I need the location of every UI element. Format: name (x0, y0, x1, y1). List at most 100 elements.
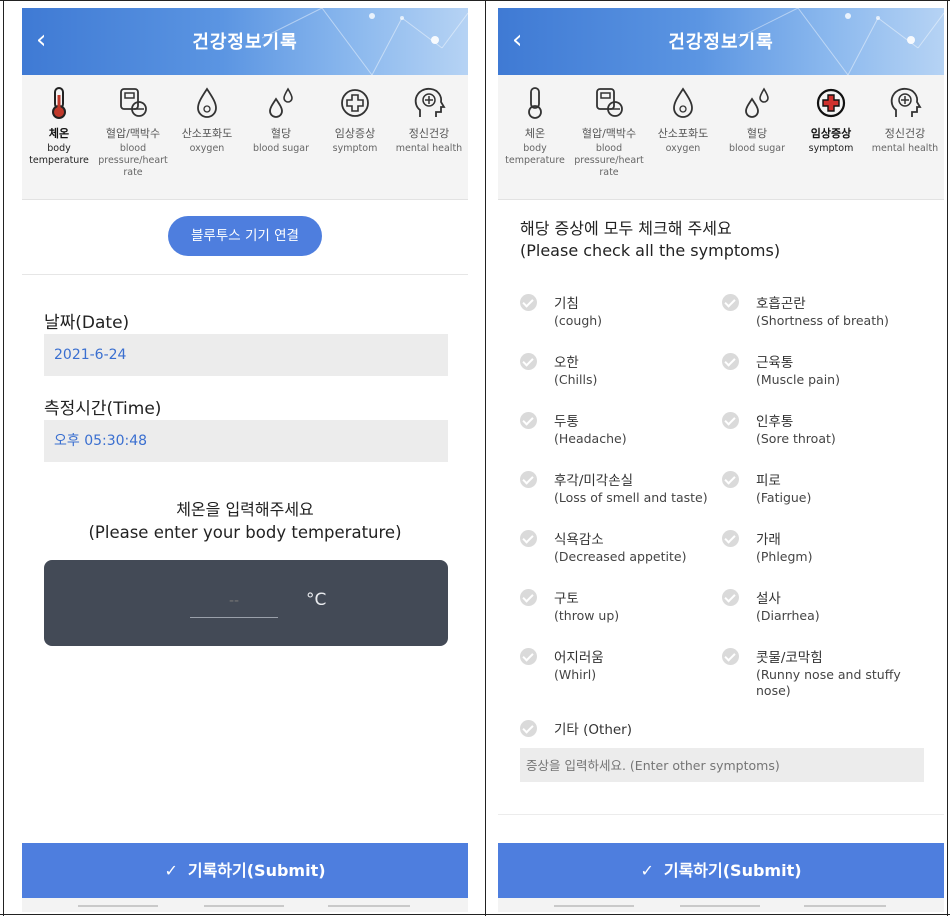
symptom-label-ko: 구토 (554, 591, 579, 607)
tab-label-en: oxygen (189, 143, 225, 154)
comparison-canvas: ‹ 건강정보기록 체온 body temperature 혈압/맥박수 bloo… (0, 0, 950, 916)
blood-pressure-icon (596, 88, 623, 117)
head-plus-icon (890, 87, 922, 117)
tab-mental-health[interactable]: 정신건강 mental health (868, 85, 942, 155)
tab-label-ko: 체온 (524, 127, 546, 140)
symptom-label-en: (throw up) (554, 608, 620, 623)
tab-symptom[interactable]: 임상증상 symptom (318, 85, 392, 155)
frame-border-bottom (0, 914, 950, 915)
nav-home-handle[interactable] (680, 905, 760, 907)
symptom-label-en: (Headache) (554, 431, 627, 446)
temperature-screen: ‹ 건강정보기록 체온 body temperature 혈압/맥박수 bloo… (22, 8, 468, 912)
frame-border-left (3, 0, 4, 916)
symptom-label-ko: 콧물/코막힘 (756, 650, 823, 666)
submit-label: 기록하기(Submit) (187, 861, 326, 880)
page-title: 건강정보기록 (192, 32, 298, 53)
tab-oxygen[interactable]: 산소포화도 oxygen (170, 85, 244, 155)
symptom-label-en: (Diarrhea) (756, 608, 820, 623)
frame-border-top (0, 0, 950, 1)
checkmark-icon: ✓ (640, 861, 654, 880)
tab-label-ko: 산소포화도 (181, 127, 233, 140)
oxygen-drop-icon (197, 87, 217, 118)
symptom-label-en: (Runny nose and stuffy nose) (756, 667, 901, 698)
symptom-screen: ‹ 건강정보기록 체온 body temperature 혈압/맥박수 bloo… (498, 8, 944, 912)
symptom-instructions: 해당 증상에 모두 체크해 주세요 (Please check all the … (520, 218, 780, 262)
other-symptoms-input[interactable] (520, 748, 924, 782)
tab-temperature[interactable]: 체온 body temperature (498, 85, 572, 167)
app-header: ‹ 건강정보기록 (22, 8, 468, 75)
app-header: ‹ 건강정보기록 (498, 8, 944, 75)
thermometer-icon (52, 87, 66, 119)
symptom-label-en: (Shortness of breath) (756, 313, 889, 328)
date-label: 날짜(Date) (44, 313, 130, 333)
time-label: 측정시간(Time) (44, 399, 162, 419)
checkbox-circle-icon (722, 294, 739, 311)
tab-label-en: blood pressure/heart rate (574, 143, 644, 178)
checkbox-circle-icon (520, 720, 537, 737)
medical-cross-icon (341, 89, 369, 117)
panel-divider (485, 0, 486, 916)
tab-label-ko: 정신건강 (884, 127, 926, 140)
symptom-label-ko: 오한 (554, 355, 579, 371)
section-divider (498, 814, 944, 815)
temperature-input-panel: °C (44, 560, 448, 646)
symptom-label-en: (cough) (554, 313, 603, 328)
nav-back-handle[interactable] (804, 905, 886, 907)
nav-home-handle[interactable] (204, 905, 284, 907)
tab-label-en: body temperature (505, 143, 565, 166)
checkbox-circle-icon (520, 353, 537, 370)
symptom-label-en: (Fatigue) (756, 490, 812, 505)
bluetooth-section: 블루투스 기기 연결 (22, 200, 468, 275)
tab-label-ko: 혈압/맥박수 (105, 127, 161, 140)
tab-symptom[interactable]: 임상증상 symptom (794, 85, 868, 155)
tab-blood-sugar[interactable]: 혈당 blood sugar (244, 85, 318, 155)
checkbox-circle-icon (520, 294, 537, 311)
tab-label-en: mental health (395, 143, 463, 154)
temperature-prompt-en: (Please enter your body temperature) (88, 523, 402, 542)
submit-label: 기록하기(Submit) (663, 861, 802, 880)
tab-label-ko: 혈압/맥박수 (581, 127, 637, 140)
head-plus-icon (414, 87, 446, 117)
checkbox-circle-icon (722, 648, 739, 665)
tab-label-en: oxygen (665, 143, 701, 154)
tab-label-en: blood pressure/heart rate (98, 143, 168, 178)
symptom-label-ko: 식욕감소 (554, 532, 604, 548)
system-nav-bar (22, 898, 468, 912)
tab-mental-health[interactable]: 정신건강 mental health (392, 85, 466, 155)
symptom-label-ko: 후각/미각손실 (554, 473, 634, 489)
symptom-label-en: (Loss of smell and taste) (554, 490, 708, 505)
tab-oxygen[interactable]: 산소포화도 oxygen (646, 85, 720, 155)
symptom-label-en: (Sore throat) (756, 431, 836, 446)
symptom-label-ko: 설사 (756, 591, 781, 607)
bluetooth-connect-button[interactable]: 블루투스 기기 연결 (168, 216, 322, 256)
blood-drops-icon (269, 87, 293, 118)
tab-blood-pressure[interactable]: 혈압/맥박수 blood pressure/heart rate (572, 85, 646, 179)
checkbox-circle-icon (520, 530, 537, 547)
symptom-label-ko: 근육통 (756, 355, 794, 371)
tab-blood-pressure[interactable]: 혈압/맥박수 blood pressure/heart rate (96, 85, 170, 179)
tab-label-ko: 임상증상 (334, 127, 376, 140)
tab-blood-sugar[interactable]: 혈당 blood sugar (720, 85, 794, 155)
time-field[interactable]: 오후 05:30:48 (44, 420, 448, 462)
submit-button[interactable]: ✓ 기록하기(Submit) (22, 843, 468, 898)
nav-recent-handle[interactable] (554, 905, 634, 907)
date-field[interactable]: 2021-6-24 (44, 334, 448, 376)
symptom-label-en: (Muscle pain) (756, 372, 840, 387)
checkbox-circle-icon (722, 412, 739, 429)
checkbox-circle-icon (520, 589, 537, 606)
temperature-input[interactable] (190, 584, 278, 618)
temperature-unit: °C (306, 590, 327, 610)
tab-label-ko: 정신건강 (408, 127, 450, 140)
tab-label-en: blood sugar (252, 143, 310, 154)
symptom-label-ko: 피로 (756, 473, 781, 489)
checkbox-circle-icon (722, 530, 739, 547)
nav-back-handle[interactable] (328, 905, 410, 907)
blood-drops-icon (745, 87, 769, 118)
nav-recent-handle[interactable] (78, 905, 158, 907)
category-tabs: 체온 body temperature 혈압/맥박수 blood pressur… (22, 75, 468, 200)
frame-border-right (947, 0, 948, 916)
submit-button[interactable]: ✓ 기록하기(Submit) (498, 843, 944, 898)
checkbox-circle-icon (520, 412, 537, 429)
tab-temperature[interactable]: 체온 body temperature (22, 85, 96, 167)
tab-label-ko: 임상증상 (810, 127, 852, 140)
